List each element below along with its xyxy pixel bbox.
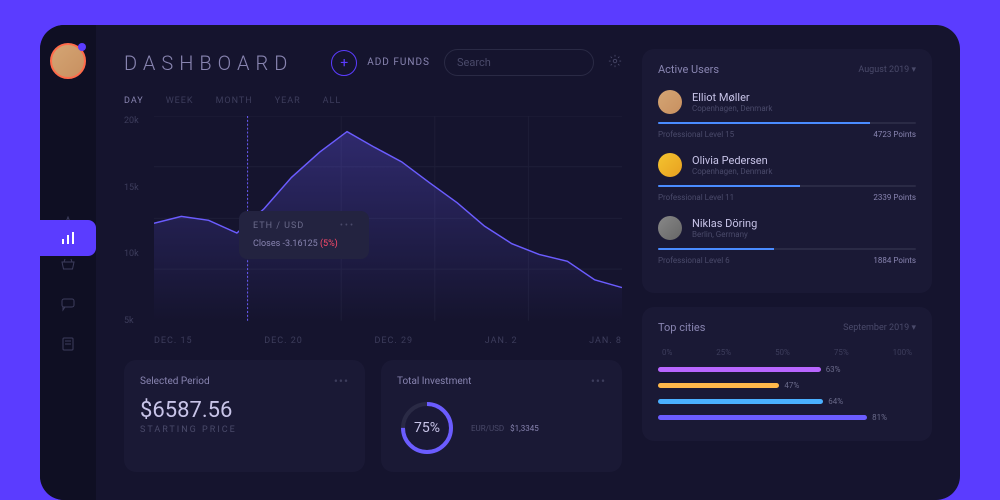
user-row[interactable]: Elliot MøllerCopenhagen, Denmark Profess… (658, 90, 916, 139)
bar-chart-icon (60, 230, 76, 246)
selected-period-card: Selected Period ••• $6587.56 STARTING PRI… (124, 360, 365, 472)
panel-title: Top cities (658, 321, 705, 334)
city-bar: 81% (658, 411, 916, 423)
chart-tooltip: ETH / USD••• Closes -3.16125 (5%) (239, 211, 369, 259)
period-selector[interactable]: August 2019 ▾ (858, 65, 916, 75)
investment-info: EUR/USD$1,3345 (471, 424, 539, 433)
starting-price-value: $6587.56 (140, 398, 349, 423)
nav-item-basket[interactable] (59, 255, 77, 273)
sidebar (40, 25, 96, 500)
plus-icon: + (331, 50, 357, 76)
chart-svg (154, 116, 622, 321)
city-bar: 63% (658, 363, 916, 375)
tab-day[interactable]: DAY (124, 96, 144, 106)
nav-item-analytics[interactable] (40, 220, 96, 256)
total-investment-card: Total Investment ••• 75% EUR/USD$1,3345 (381, 360, 622, 472)
user-avatar (658, 90, 682, 114)
top-cities-panel: Top cities September 2019 ▾ 0%25%50%75%1… (642, 307, 932, 441)
basket-icon (60, 256, 76, 272)
tab-week[interactable]: WEEK (166, 96, 194, 106)
nav-item-chat[interactable] (59, 295, 77, 313)
gear-icon (608, 54, 622, 68)
add-funds-button[interactable]: + ADD FUNDS (331, 50, 430, 76)
tab-year[interactable]: YEAR (275, 96, 301, 106)
search-box[interactable] (444, 49, 594, 76)
user-avatar (658, 216, 682, 240)
card-title: Selected Period (140, 376, 210, 387)
document-icon (60, 336, 76, 352)
tab-month[interactable]: MONTH (216, 96, 253, 106)
chat-icon (60, 296, 76, 312)
user-row[interactable]: Niklas DöringBerlin, Germany Professiona… (658, 216, 916, 265)
tab-all[interactable]: ALL (323, 96, 342, 106)
price-chart[interactable]: 20k 15k 10k 5k (124, 116, 622, 346)
add-funds-label: ADD FUNDS (367, 57, 430, 68)
time-range-tabs: DAY WEEK MONTH YEAR ALL (124, 96, 622, 106)
header: DASHBOARD + ADD FUNDS (124, 49, 622, 76)
y-axis: 20k 15k 10k 5k (124, 116, 139, 326)
city-bar: 64% (658, 395, 916, 407)
x-axis: DEC. 15 DEC. 20 DEC. 29 JAN. 2 JAN. 8 (154, 336, 622, 346)
starting-price-label: STARTING PRICE (140, 425, 349, 435)
tooltip-menu[interactable]: ••• (340, 221, 355, 231)
card-title: Total Investment (397, 376, 471, 387)
panel-title: Active Users (658, 63, 719, 76)
user-avatar (658, 153, 682, 177)
period-selector[interactable]: September 2019 ▾ (843, 323, 916, 333)
page-title: DASHBOARD (124, 51, 293, 75)
nav-item-doc[interactable] (59, 335, 77, 353)
city-bar: 47% (658, 379, 916, 391)
user-row[interactable]: Olivia PedersenCopenhagen, Denmark Profe… (658, 153, 916, 202)
avatar[interactable] (50, 43, 86, 79)
settings-button[interactable] (608, 53, 622, 72)
card-menu[interactable]: ••• (334, 374, 349, 388)
cities-scale: 0%25%50%75%100% (658, 348, 916, 357)
card-menu[interactable]: ••• (591, 374, 606, 388)
investment-donut: 75% (397, 398, 457, 458)
active-users-panel: Active Users August 2019 ▾ Elliot Møller… (642, 49, 932, 293)
search-input[interactable] (457, 56, 597, 69)
